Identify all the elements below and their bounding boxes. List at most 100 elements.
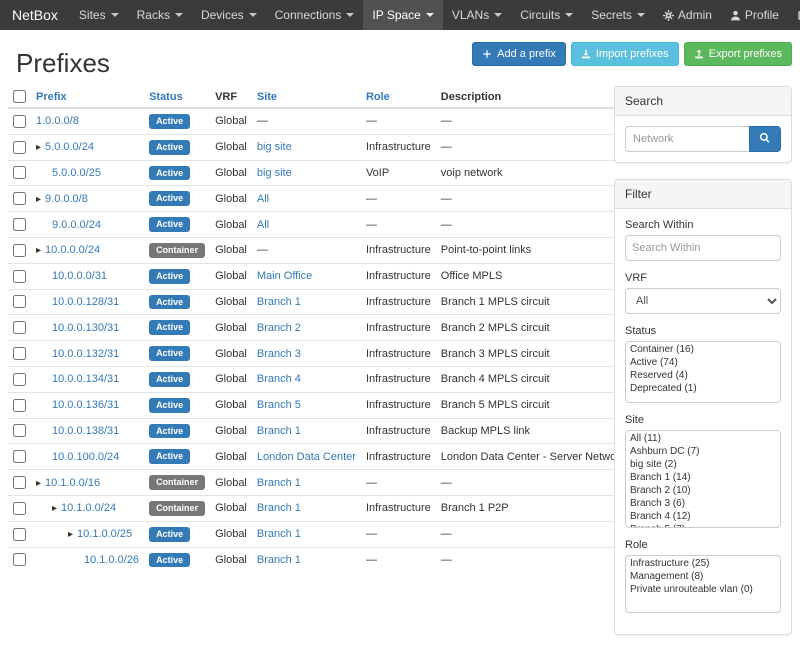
nav-item-secrets[interactable]: Secrets	[582, 0, 654, 30]
column-header-role[interactable]: Role	[361, 86, 436, 108]
select-all-checkbox[interactable]	[13, 90, 26, 103]
select-option[interactable]: Private unrouteable vlan (0)	[627, 583, 779, 596]
select-option[interactable]: big site (2)	[627, 458, 779, 471]
expand-arrow-icon[interactable]: ▸	[68, 529, 73, 540]
prefix-link[interactable]: 10.0.0.132/31	[52, 348, 119, 360]
select-option[interactable]: Infrastructure (25)	[627, 557, 779, 570]
export-prefixes-button[interactable]: Export prefixes	[684, 42, 792, 66]
select-option[interactable]: Branch 3 (6)	[627, 497, 779, 510]
expand-arrow-icon[interactable]: ▸	[52, 503, 57, 514]
row-checkbox[interactable]	[13, 295, 26, 308]
site-link[interactable]: All	[257, 193, 269, 205]
expand-arrow-icon[interactable]: ▸	[36, 142, 41, 153]
site-link[interactable]: big site	[257, 141, 292, 153]
site-link[interactable]: Branch 1	[257, 502, 301, 514]
row-checkbox[interactable]	[13, 166, 26, 179]
prefix-link[interactable]: 10.0.0.128/31	[52, 296, 119, 308]
prefix-link[interactable]: 5.0.0.0/24	[45, 141, 94, 153]
select-option[interactable]: Deprecated (1)	[627, 382, 779, 395]
select-option[interactable]: All (11)	[627, 432, 779, 445]
prefix-link[interactable]: 1.0.0.0/8	[36, 115, 79, 127]
row-checkbox[interactable]	[13, 192, 26, 205]
prefix-link[interactable]: 9.0.0.0/8	[45, 193, 88, 205]
site-link[interactable]: Branch 3	[257, 348, 301, 360]
nav-item-circuits[interactable]: Circuits	[511, 0, 582, 30]
app-brand[interactable]: NetBox	[0, 0, 70, 30]
select-option[interactable]: Management (8)	[627, 570, 779, 583]
nav-item-ip-space[interactable]: IP Space	[363, 0, 442, 30]
prefix-link[interactable]: 10.0.0.0/24	[45, 244, 100, 256]
select-option[interactable]: Branch 1 (14)	[627, 471, 779, 484]
prefix-link[interactable]: 10.0.0.136/31	[52, 399, 119, 411]
import-prefixes-button[interactable]: Import prefixes	[571, 42, 679, 66]
nav-item-log-out[interactable]: Log out	[788, 0, 800, 30]
prefix-link[interactable]: 10.1.0.0/24	[61, 502, 116, 514]
nav-item-sites[interactable]: Sites	[70, 0, 128, 30]
expand-arrow-icon[interactable]: ▸	[36, 478, 41, 489]
site-link[interactable]: big site	[257, 167, 292, 179]
site-multiselect[interactable]: All (11)Ashburn DC (7)big site (2)Branch…	[625, 430, 781, 528]
row-checkbox[interactable]	[13, 553, 26, 566]
column-header-status[interactable]: Status	[144, 86, 210, 108]
row-checkbox[interactable]	[13, 424, 26, 437]
vrf-select[interactable]: All	[625, 288, 781, 314]
prefix-link[interactable]: 10.0.0.134/31	[52, 373, 119, 385]
site-link[interactable]: Branch 1	[257, 296, 301, 308]
row-checkbox[interactable]	[13, 244, 26, 257]
prefix-link[interactable]: 10.1.0.0/16	[45, 477, 100, 489]
site-link[interactable]: Main Office	[257, 270, 312, 282]
add-a-prefix-button[interactable]: Add a prefix	[472, 42, 566, 66]
nav-item-devices[interactable]: Devices	[192, 0, 266, 30]
row-checkbox[interactable]	[13, 528, 26, 541]
row-checkbox[interactable]	[13, 321, 26, 334]
select-option[interactable]: Container (16)	[627, 343, 779, 356]
expand-arrow-icon[interactable]: ▸	[36, 194, 41, 205]
row-checkbox[interactable]	[13, 218, 26, 231]
search-within-input[interactable]	[625, 235, 781, 261]
row-checkbox[interactable]	[13, 476, 26, 489]
site-link[interactable]: Branch 4	[257, 373, 301, 385]
prefix-link[interactable]: 10.0.0.130/31	[52, 322, 119, 334]
site-link[interactable]: Branch 1	[257, 425, 301, 437]
select-option[interactable]: Branch 2 (10)	[627, 484, 779, 497]
prefix-link[interactable]: 10.0.100.0/24	[52, 451, 119, 463]
prefix-link[interactable]: 10.1.0.0/25	[77, 528, 132, 540]
nav-item-racks[interactable]: Racks	[128, 0, 192, 30]
column-header-site[interactable]: Site	[252, 86, 361, 108]
nav-item-vlans[interactable]: VLANs	[443, 0, 511, 30]
row-checkbox[interactable]	[13, 399, 26, 412]
row-checkbox[interactable]	[13, 450, 26, 463]
nav-item-profile[interactable]: Profile	[721, 0, 788, 30]
search-input[interactable]	[625, 126, 749, 152]
site-link[interactable]: All	[257, 219, 269, 231]
select-option[interactable]: Active (74)	[627, 356, 779, 369]
column-header-prefix[interactable]: Prefix	[31, 86, 144, 108]
nav-item-connections[interactable]: Connections	[266, 0, 364, 30]
row-checkbox[interactable]	[13, 115, 26, 128]
row-checkbox[interactable]	[13, 347, 26, 360]
row-checkbox[interactable]	[13, 270, 26, 283]
site-link[interactable]: Branch 1	[257, 554, 301, 566]
expand-arrow-icon[interactable]: ▸	[36, 245, 41, 256]
select-option[interactable]: Branch 4 (12)	[627, 510, 779, 523]
site-link[interactable]: Branch 1	[257, 477, 301, 489]
site-link[interactable]: Branch 2	[257, 322, 301, 334]
row-checkbox[interactable]	[13, 373, 26, 386]
prefix-link[interactable]: 10.0.0.138/31	[52, 425, 119, 437]
nav-item-admin[interactable]: Admin	[654, 0, 721, 30]
row-checkbox[interactable]	[13, 141, 26, 154]
select-option[interactable]: Branch 5 (7)	[627, 523, 779, 528]
prefix-link[interactable]: 10.1.0.0/26	[84, 554, 139, 566]
prefix-link[interactable]: 10.0.0.0/31	[52, 270, 107, 282]
prefix-link[interactable]: 9.0.0.0/24	[52, 219, 101, 231]
select-option[interactable]: Reserved (4)	[627, 369, 779, 382]
site-link[interactable]: Branch 5	[257, 399, 301, 411]
status-multiselect[interactable]: Container (16)Active (74)Reserved (4)Dep…	[625, 341, 781, 403]
role-multiselect[interactable]: Infrastructure (25)Management (8)Private…	[625, 555, 781, 613]
select-option[interactable]: Ashburn DC (7)	[627, 445, 779, 458]
row-checkbox[interactable]	[13, 502, 26, 515]
prefix-link[interactable]: 5.0.0.0/25	[52, 167, 101, 179]
site-link[interactable]: London Data Center	[257, 451, 356, 463]
search-button[interactable]	[749, 126, 781, 152]
site-link[interactable]: Branch 1	[257, 528, 301, 540]
